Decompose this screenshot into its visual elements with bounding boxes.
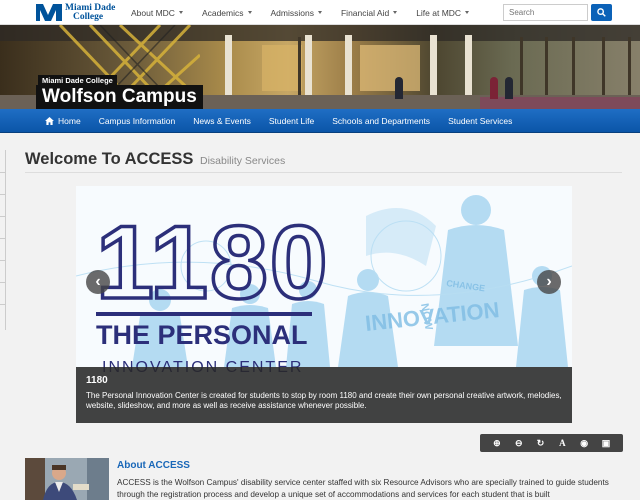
eye-icon: ◉ [580, 438, 589, 448]
top-nav: About MDC Academics Admissions Financial… [131, 0, 488, 25]
campus-nav-schools-departments[interactable]: Schools and Departments [332, 116, 430, 126]
chevron-down-icon [393, 11, 398, 14]
film-icon: ▣ [601, 438, 611, 448]
page-title: Welcome To ACCESS Disability Services [25, 150, 285, 169]
zoom-in-icon: ⊕ [493, 438, 501, 448]
contrast-button[interactable]: ◉ [577, 434, 591, 452]
hero-palm-tree [298, 37, 301, 97]
about-text: ACCESS is the Wolfson Campus' disability… [117, 478, 609, 499]
hero-column [225, 35, 232, 97]
top-nav-label: Financial Aid [340, 7, 390, 18]
top-nav-academics[interactable]: Academics [202, 8, 252, 18]
rail-divider [0, 304, 6, 305]
chevron-left-icon: ‹ [95, 273, 101, 290]
hero-person [395, 77, 403, 99]
zoom-out-button[interactable]: ⊖ [512, 434, 526, 452]
top-nav-financial-aid[interactable]: Financial Aid [340, 7, 398, 18]
search-button[interactable] [591, 4, 612, 21]
rail-divider [0, 216, 6, 217]
hero-palm-tree [628, 37, 631, 97]
rail-divider [0, 172, 6, 173]
home-icon [45, 116, 54, 125]
campus-nav-student-life[interactable]: Student Life [269, 116, 314, 126]
title-divider [25, 172, 622, 173]
chevron-down-icon [178, 11, 183, 14]
caption-title: 1180 [86, 375, 108, 386]
accessibility-toolbar: ⊕ ⊖ ↻ A ◉ ▣ [480, 434, 623, 452]
search-input[interactable] [503, 4, 588, 21]
campus-nav-news-events[interactable]: News & Events [193, 116, 251, 126]
rail-divider [0, 194, 6, 195]
top-nav-life[interactable]: Life at MDC [416, 7, 470, 18]
slide-number-1180: 1180 [96, 205, 330, 321]
chevron-down-icon [247, 11, 252, 14]
campus-nav-home[interactable]: Home [45, 116, 81, 126]
slideshow-button[interactable]: ▣ [599, 434, 613, 452]
campus-nav: Home Campus Information News & Events St… [0, 109, 640, 133]
side-menu-rail[interactable] [0, 150, 6, 330]
mdc-logo-icon [36, 4, 62, 21]
logo-line-2: College [73, 11, 104, 22]
top-nav-admissions[interactable]: Admissions [271, 8, 322, 18]
search-icon [597, 8, 606, 17]
hero-person [490, 77, 498, 99]
zoom-in-button[interactable]: ⊕ [490, 434, 504, 452]
top-bar: Miami Dade College About MDC Academics A… [0, 0, 640, 25]
rail-divider [0, 260, 6, 261]
reset-button[interactable]: ↻ [534, 434, 548, 452]
image-carousel[interactable]: INNOVATION NOW CHANGE 1180 THE PERSONAL … [76, 186, 572, 423]
carousel-next-button[interactable]: › [537, 270, 561, 294]
campus-name: Wolfson Campus [36, 85, 203, 109]
hero-palm-tree [602, 37, 605, 97]
top-nav-about[interactable]: About MDC [131, 8, 183, 18]
chevron-right-icon: › [546, 273, 552, 290]
campus-hero-banner: Miami Dade College Wolfson Campus [0, 25, 640, 109]
about-photo [25, 458, 109, 500]
hero-window [360, 45, 420, 91]
rail-divider [0, 238, 6, 239]
chevron-down-icon [317, 11, 322, 14]
campus-nav-campus-information[interactable]: Campus Information [99, 116, 176, 126]
hero-column [465, 35, 472, 97]
carousel-caption: 1180 The Personal Innovation Center is c… [76, 367, 572, 423]
hero-column [305, 35, 312, 97]
font-button[interactable]: A [555, 434, 569, 452]
campus-nav-label: Home [58, 115, 81, 126]
top-nav-label: Admissions [270, 7, 314, 18]
hero-column [345, 35, 352, 97]
caption-text: The Personal Innovation Center is create… [86, 391, 562, 410]
page-subtitle: Disability Services [200, 155, 286, 167]
reset-icon: ↻ [536, 438, 545, 448]
carousel-prev-button[interactable]: ‹ [86, 270, 110, 294]
slide-line-personal: THE PERSONAL [96, 320, 308, 350]
top-nav-label: About MDC [131, 7, 175, 18]
hero-palm-tree [572, 37, 575, 97]
top-nav-label: Life at MDC [416, 7, 462, 18]
hero-palm-tree [520, 37, 523, 97]
campus-nav-student-services[interactable]: Student Services [448, 116, 512, 126]
mdc-logo[interactable]: Miami Dade College [36, 3, 115, 22]
mdc-logo-text: Miami Dade College [65, 3, 115, 22]
hero-person [505, 77, 513, 99]
hero-window [262, 45, 302, 91]
hero-palm-tree [545, 37, 548, 97]
chevron-down-icon [465, 11, 470, 14]
hero-road [480, 97, 640, 109]
font-icon: A [559, 438, 566, 448]
about-title: About ACCESS [117, 460, 190, 471]
rail-divider [0, 282, 6, 283]
hero-column [430, 35, 437, 97]
top-nav-label: Academics [201, 7, 244, 18]
page-title-text: Welcome To ACCESS [25, 150, 194, 168]
zoom-out-icon: ⊖ [514, 438, 523, 448]
